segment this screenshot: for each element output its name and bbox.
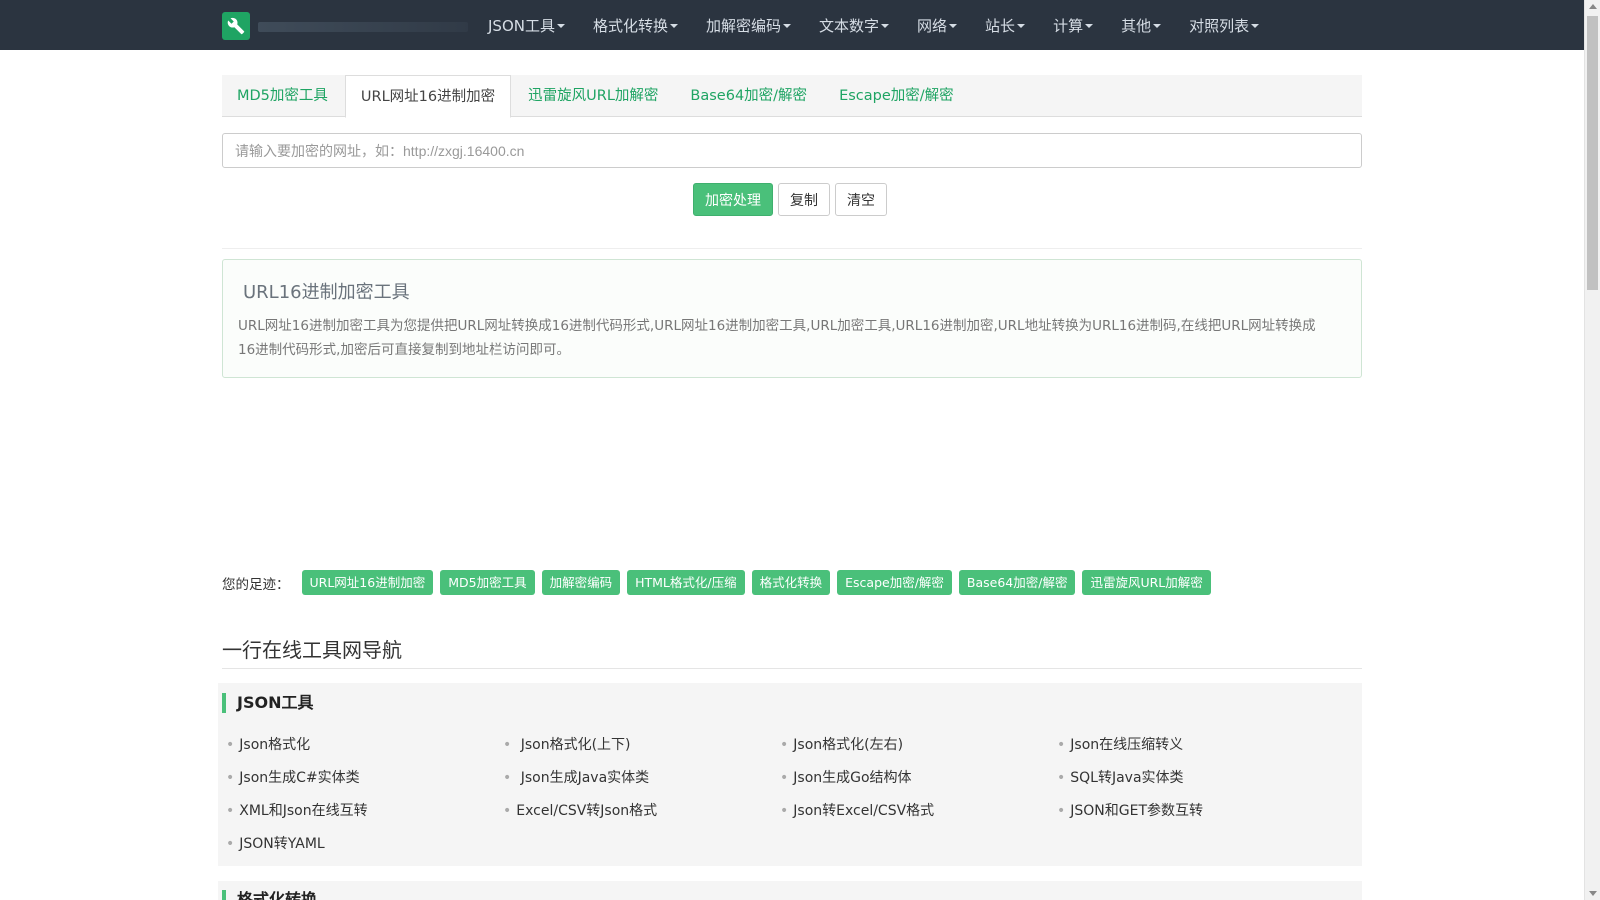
nav-item-json[interactable]: JSON工具 bbox=[474, 15, 579, 36]
bullet-icon: • bbox=[503, 770, 512, 786]
info-title: URL16进制加密工具 bbox=[243, 282, 410, 303]
history-tag[interactable]: Base64加密/解密 bbox=[958, 570, 1076, 595]
tool-link[interactable]: • Json格式化 bbox=[226, 735, 503, 755]
tool-link[interactable]: • Json生成Java实体类 bbox=[503, 768, 780, 788]
tool-link[interactable]: • Json格式化(左右) bbox=[780, 735, 1057, 755]
scroll-up-arrow-icon[interactable] bbox=[1589, 4, 1597, 9]
caret-down-icon bbox=[1017, 24, 1026, 28]
category-json-tools: JSON工具 • Json格式化 • Json格式化(上下) • Json格式化(左… bbox=[218, 683, 1362, 866]
history-tag[interactable]: 加解密编码 bbox=[541, 570, 621, 595]
bullet-icon: • bbox=[226, 770, 235, 786]
tool-link[interactable]: • Json格式化(上下) bbox=[503, 735, 780, 755]
tool-link[interactable]: • Excel/CSV转Json格式 bbox=[503, 801, 780, 821]
tab-base64[interactable]: Base64加密/解密 bbox=[675, 75, 822, 117]
caret-down-icon bbox=[1085, 24, 1094, 28]
caret-down-icon bbox=[1153, 24, 1162, 28]
bullet-icon: • bbox=[226, 737, 235, 753]
bullet-icon: • bbox=[1057, 737, 1066, 753]
caret-down-icon bbox=[1251, 24, 1260, 28]
scroll-thumb[interactable] bbox=[1587, 16, 1598, 290]
history-tag[interactable]: URL网址16进制加密 bbox=[301, 570, 434, 595]
page-scrollbar[interactable] bbox=[1584, 0, 1600, 900]
bullet-icon: • bbox=[226, 803, 235, 819]
tool-link[interactable]: • Json在线压缩转义 bbox=[1057, 735, 1334, 755]
history-footprint: 您的足迹： URL网址16进制加密 MD5加密工具 加解密编码 HTML格式化/… bbox=[222, 570, 1218, 595]
tool-link[interactable]: • Json转Excel/CSV格式 bbox=[780, 801, 1057, 821]
history-tag[interactable]: 迅雷旋风URL加解密 bbox=[1082, 570, 1211, 595]
divider bbox=[222, 248, 1362, 249]
bullet-icon: • bbox=[226, 836, 235, 852]
main-nav: JSON工具 格式化转换 加解密编码 文本数字 网络 站长 计算 其他 对照列表 bbox=[474, 0, 1273, 50]
tab-md5[interactable]: MD5加密工具 bbox=[222, 75, 343, 117]
bullet-icon: • bbox=[503, 737, 512, 753]
tool-info-panel: URL16进制加密工具 URL网址16进制加密工具为您提供把URL网址转换成16… bbox=[222, 259, 1362, 378]
category-links: • Json格式化 • Json格式化(上下) • Json格式化(左右) • Jso… bbox=[226, 735, 1346, 854]
info-description: URL网址16进制加密工具为您提供把URL网址转换成16进制代码形式,URL网址… bbox=[238, 318, 1316, 358]
caret-down-icon bbox=[670, 24, 678, 28]
nav-item-calc[interactable]: 计算 bbox=[1039, 15, 1107, 36]
tab-url-hex[interactable]: URL网址16进制加密 bbox=[344, 75, 512, 118]
section-divider bbox=[222, 668, 1362, 669]
tab-escape[interactable]: Escape加密/解密 bbox=[824, 75, 969, 117]
tool-link[interactable]: • Json生成Go结构体 bbox=[780, 768, 1057, 788]
footprint-label: 您的足迹： bbox=[222, 576, 290, 593]
bullet-icon: • bbox=[1057, 770, 1066, 786]
history-tag[interactable]: MD5加密工具 bbox=[440, 570, 535, 595]
caret-down-icon bbox=[881, 24, 890, 28]
site-name-faded bbox=[258, 22, 468, 32]
tool-link[interactable]: • JSON和GET参数互转 bbox=[1057, 801, 1334, 821]
nav-item-text[interactable]: 文本数字 bbox=[805, 15, 903, 36]
nav-item-network[interactable]: 网络 bbox=[903, 15, 971, 36]
section-title: 一行在线工具网导航 bbox=[222, 638, 402, 662]
bullet-icon: • bbox=[503, 803, 512, 819]
nav-item-reference[interactable]: 对照列表 bbox=[1175, 15, 1273, 36]
url-input[interactable] bbox=[222, 133, 1362, 168]
tool-link[interactable]: • XML和Json在线互转 bbox=[226, 801, 503, 821]
nav-item-webmaster[interactable]: 站长 bbox=[971, 15, 1039, 36]
action-buttons: 加密处理 复制 清空 bbox=[693, 183, 892, 216]
bullet-icon: • bbox=[780, 770, 789, 786]
nav-item-other[interactable]: 其他 bbox=[1107, 15, 1175, 36]
copy-button[interactable]: 复制 bbox=[778, 183, 830, 216]
nav-item-format[interactable]: 格式化转换 bbox=[579, 15, 692, 36]
history-tag[interactable]: HTML格式化/压缩 bbox=[627, 570, 745, 595]
encrypt-button[interactable]: 加密处理 bbox=[693, 183, 773, 216]
tool-link[interactable]: • Json生成C#实体类 bbox=[226, 768, 503, 788]
bullet-icon: • bbox=[1057, 803, 1066, 819]
site-logo[interactable] bbox=[222, 12, 250, 40]
tab-thunder-url[interactable]: 迅雷旋风URL加解密 bbox=[513, 75, 673, 117]
bullet-icon: • bbox=[780, 737, 789, 753]
tool-link[interactable]: • JSON转YAML bbox=[226, 834, 503, 854]
top-navbar: JSON工具 格式化转换 加解密编码 文本数字 网络 站长 计算 其他 对照列表 bbox=[0, 0, 1584, 50]
scroll-down-arrow-icon[interactable] bbox=[1589, 891, 1597, 896]
category-format-convert: 格式化转换 bbox=[218, 881, 1362, 900]
category-title: JSON工具 bbox=[222, 693, 313, 713]
caret-down-icon bbox=[556, 24, 565, 28]
wrench-icon bbox=[227, 17, 245, 35]
history-tag[interactable]: 格式化转换 bbox=[751, 570, 831, 595]
history-tag[interactable]: Escape加密/解密 bbox=[837, 570, 952, 595]
category-title: 格式化转换 bbox=[222, 890, 317, 900]
caret-down-icon bbox=[949, 24, 958, 28]
bullet-icon: • bbox=[780, 803, 789, 819]
clear-button[interactable]: 清空 bbox=[835, 183, 887, 216]
tool-link[interactable]: • SQL转Java实体类 bbox=[1057, 768, 1334, 788]
nav-item-crypto[interactable]: 加解密编码 bbox=[692, 15, 805, 36]
tool-tabs: MD5加密工具 URL网址16进制加密 迅雷旋风URL加解密 Base64加密/… bbox=[222, 75, 1362, 118]
caret-down-icon bbox=[783, 24, 792, 28]
